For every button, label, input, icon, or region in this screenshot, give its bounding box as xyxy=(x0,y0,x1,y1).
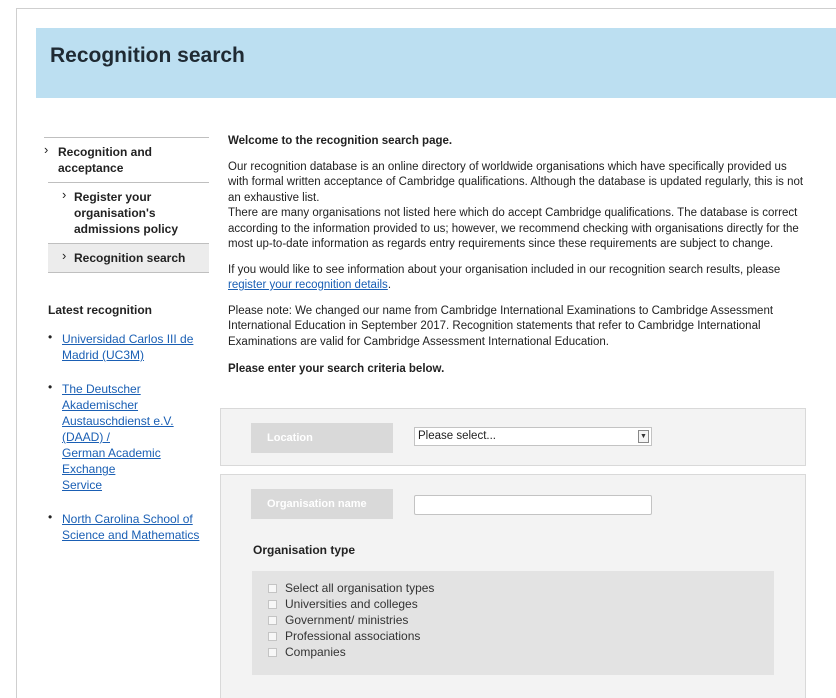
organisation-filter-box: Organisation name Organisation type Sele… xyxy=(220,474,806,698)
list-item: North Carolina School ofScience and Math… xyxy=(48,509,209,543)
organisation-type-panel: Select all organisation types Universiti… xyxy=(252,571,774,675)
sidebar-item-label: admissions policy xyxy=(74,222,179,236)
main-content: Welcome to the recognition search page. … xyxy=(228,134,808,378)
name-change-note: Please note: We changed our name from Ca… xyxy=(228,304,774,348)
latest-recognition-list: Universidad Carlos III deMadrid (UC3M) T… xyxy=(44,329,209,543)
org-type-option-universities[interactable]: Universities and colleges xyxy=(268,597,418,612)
organisation-name-input[interactable] xyxy=(414,495,652,515)
chevron-right-icon: › xyxy=(62,187,67,202)
checkbox[interactable] xyxy=(268,616,277,625)
latest-link-daad[interactable]: The Deutscher Akademischer Austauschdienst… xyxy=(62,382,174,492)
sidebar-item-label: Recognition and xyxy=(58,145,152,159)
welcome-heading: Welcome to the recognition search page. xyxy=(228,135,453,147)
register-recognition-link[interactable]: register your recognition details xyxy=(228,279,388,291)
location-select[interactable]: Please select... ▼ xyxy=(414,427,652,446)
checkbox[interactable] xyxy=(268,600,277,609)
sidebar: › Recognition and acceptance › Register … xyxy=(44,137,209,561)
sidebar-subnav: › Register your organisation's admission… xyxy=(48,182,209,273)
org-type-option-government[interactable]: Government/ ministries xyxy=(268,613,408,628)
sidebar-item-recognition-search[interactable]: › Recognition search xyxy=(48,243,209,273)
sidebar-item-register-policy[interactable]: › Register your organisation's admission… xyxy=(48,183,209,243)
sidebar-item-label: organisation's xyxy=(74,206,156,220)
latest-recognition-heading: Latest recognition xyxy=(48,303,153,317)
intro-paragraph: Our recognition database is an online di… xyxy=(228,160,804,204)
page-title: Recognition search xyxy=(50,44,245,67)
sidebar-item-recognition-acceptance[interactable]: › Recognition and acceptance xyxy=(44,137,209,182)
sidebar-item-label: Recognition search xyxy=(74,251,186,265)
chevron-right-icon: › xyxy=(44,142,49,157)
search-criteria-heading: Please enter your search criteria below. xyxy=(228,363,445,375)
location-select-value: Please select... xyxy=(418,430,496,442)
list-item: The DeutscherAkademischerAustauschdienst… xyxy=(48,379,209,493)
checkbox[interactable] xyxy=(268,632,277,641)
chevron-right-icon: › xyxy=(62,248,67,263)
organisation-name-label: Organisation name xyxy=(251,489,393,519)
location-label: Location xyxy=(251,423,393,453)
sidebar-item-label: acceptance xyxy=(58,161,124,175)
dropdown-arrow-icon: ▼ xyxy=(638,430,649,443)
organisation-type-heading: Organisation type xyxy=(253,543,356,557)
org-type-option-companies[interactable]: Companies xyxy=(268,645,346,660)
list-item: Universidad Carlos III deMadrid (UC3M) xyxy=(48,329,209,363)
checkbox[interactable] xyxy=(268,584,277,593)
org-type-option-professional[interactable]: Professional associations xyxy=(268,629,420,644)
location-filter-box: Location Please select... ▼ xyxy=(220,408,806,466)
page-banner: Recognition search xyxy=(36,28,836,98)
sidebar-item-label: Register your xyxy=(74,190,152,204)
checkbox[interactable] xyxy=(268,648,277,657)
disclaimer-paragraph: There are many organisations not listed … xyxy=(228,207,799,250)
latest-link-ncssm[interactable]: North Carolina School of Science and Math… xyxy=(62,512,199,542)
latest-link-uc3m[interactable]: Universidad Carlos III de Madrid (UC3M) xyxy=(62,332,193,362)
org-type-option-all[interactable]: Select all organisation types xyxy=(268,581,434,596)
register-paragraph: If you would like to see information abo… xyxy=(228,263,781,292)
